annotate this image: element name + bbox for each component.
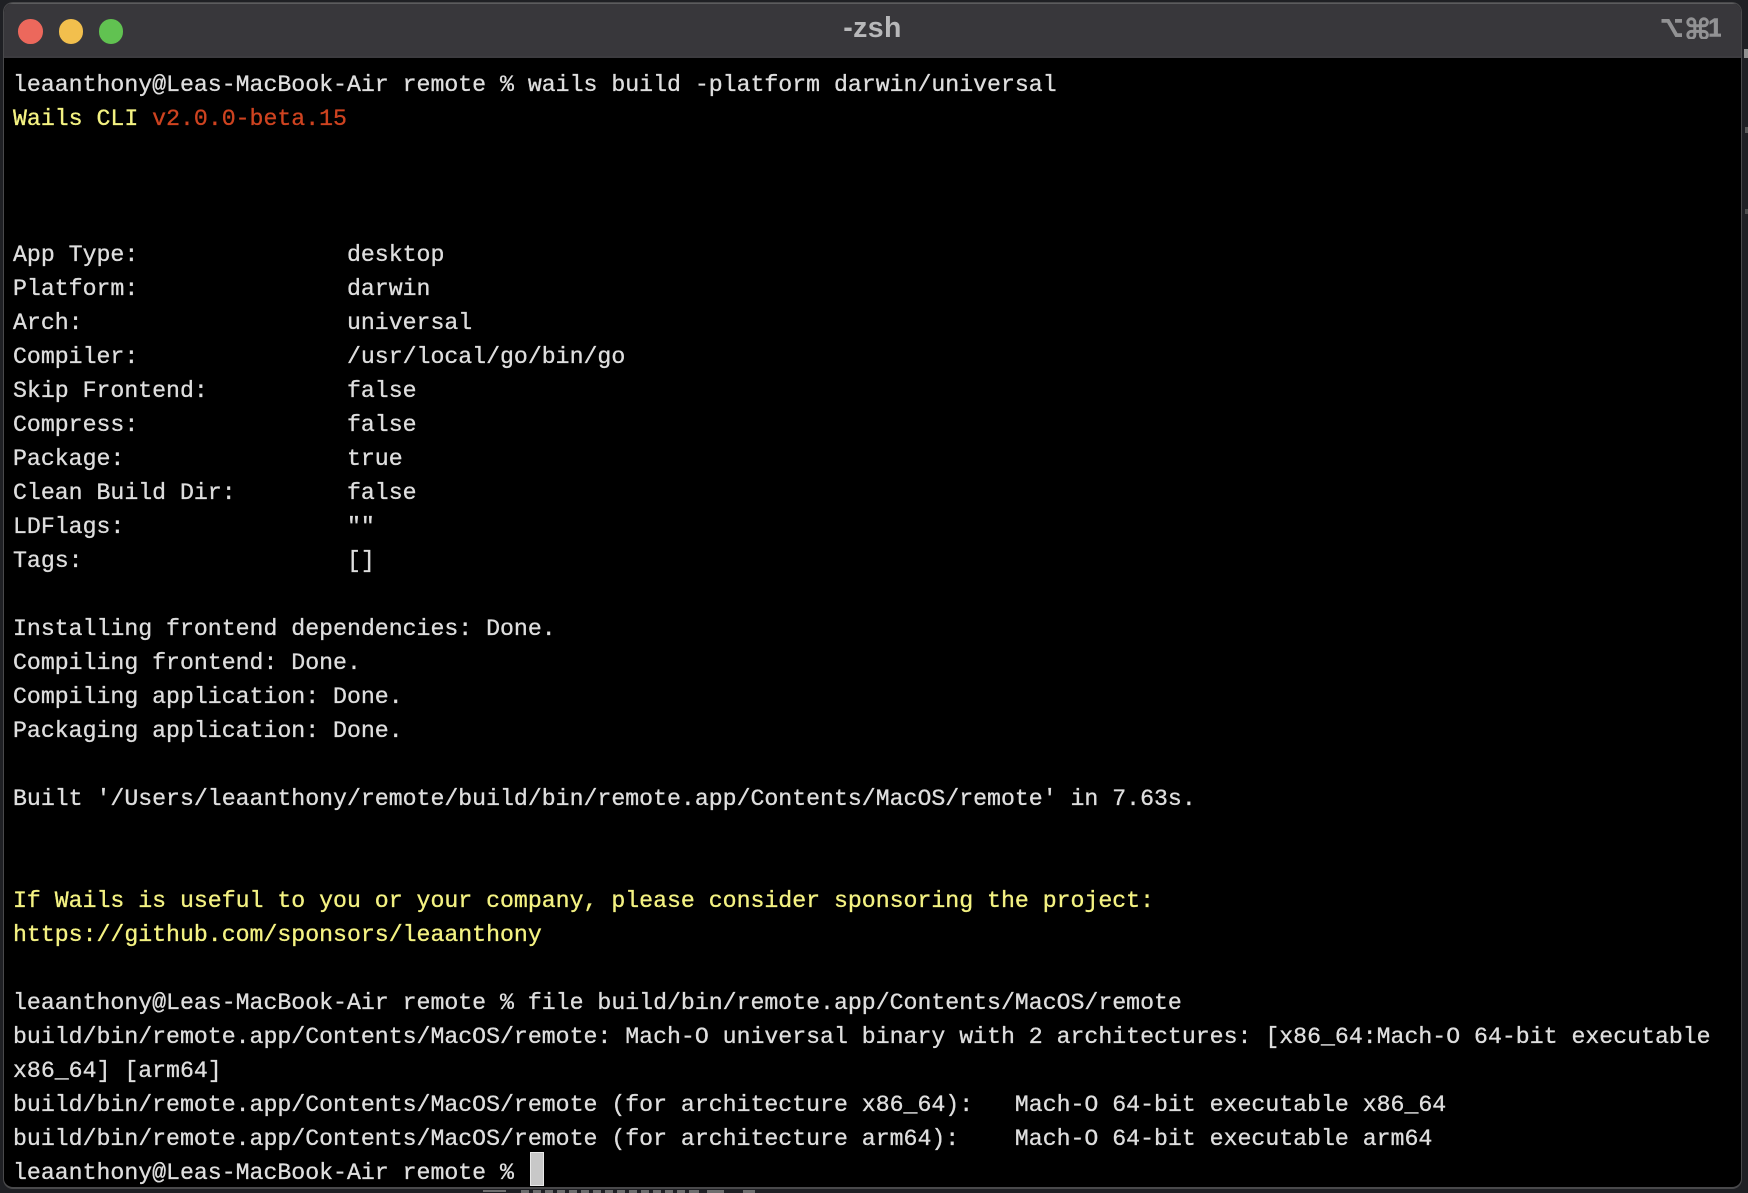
svg-text:1: 1 (1708, 17, 1721, 39)
